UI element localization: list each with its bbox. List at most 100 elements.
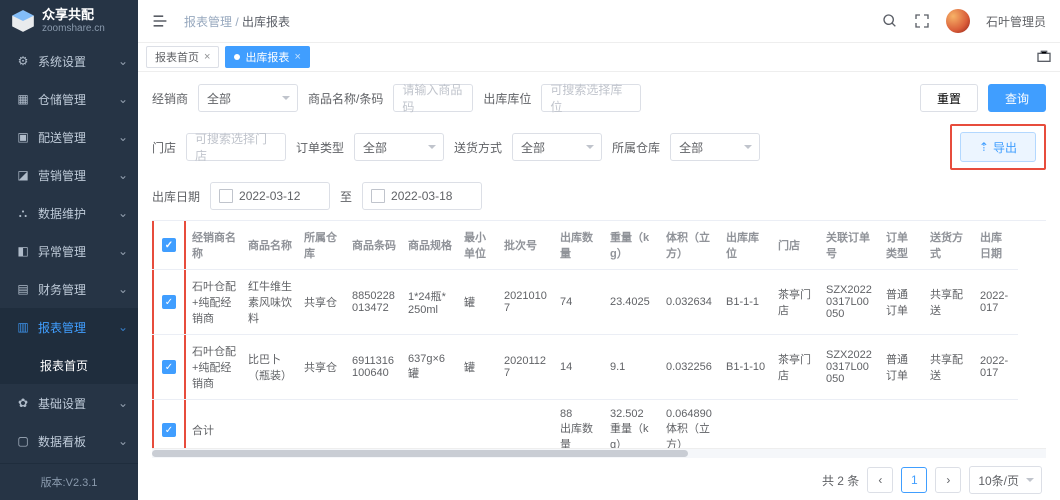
pagination: 共 2 条 ‹ 1 › 10条/页 (152, 458, 1046, 496)
th-spec: 商品规格 (402, 221, 458, 270)
tab-report-home[interactable]: 报表首页× (146, 46, 219, 68)
chevron-down-icon: ⌄ (118, 434, 128, 448)
reset-button[interactable]: 重置 (920, 84, 978, 112)
th-loc: 出库库位 (720, 221, 772, 270)
dealer-label: 经销商 (152, 90, 188, 107)
horizontal-scrollbar[interactable] (152, 448, 1046, 458)
nav-report[interactable]: ▥报表管理⌄ (0, 308, 138, 346)
date-to-input[interactable]: 2022-03-18 (362, 182, 482, 210)
nav-data[interactable]: ⛬数据维护⌄ (0, 194, 138, 232)
chevron-down-icon: ⌄ (118, 282, 128, 296)
nav-system[interactable]: ⚙系统设置⌄ (0, 42, 138, 80)
product-label: 商品名称/条码 (308, 90, 383, 107)
th-product: 商品名称 (242, 221, 298, 270)
date-label: 出库日期 (152, 188, 200, 205)
chevron-down-icon: ⌄ (118, 130, 128, 144)
breadcrumb-current: 出库报表 (242, 15, 290, 29)
store-label: 门店 (152, 139, 176, 156)
brand-sub: zoomshare.cn (42, 23, 105, 34)
toolbox-icon[interactable] (1036, 48, 1052, 64)
export-annotation: 导出 (950, 124, 1046, 170)
tabs: 报表首页× 出库报表× (138, 42, 1060, 72)
table-row: 石叶仓配+纯配经销商比巴卜（瓶装）共享仓6911316100640637g×6罐… (152, 335, 1018, 400)
bars-icon: ▢ (16, 434, 30, 448)
nav-dashboard[interactable]: ▢数据看板⌄ (0, 422, 138, 460)
topbar: 报表管理 / 出库报表 石叶管理员 (138, 0, 1060, 42)
gear-icon: ⚙ (16, 54, 30, 68)
date-from-input[interactable]: 2022-03-12 (210, 182, 330, 210)
grid-icon: ▦ (16, 92, 30, 106)
ordertype-select[interactable]: 全部 (354, 133, 444, 161)
alert-icon: ◧ (16, 244, 30, 258)
nav-basic[interactable]: ✿基础设置⌄ (0, 384, 138, 422)
truck-icon: ▣ (16, 130, 30, 144)
table-header-row: 经销商名称 商品名称 所属仓库 商品条码 商品规格 最小单位 批次号 出库数量 … (152, 221, 1018, 270)
row-checkbox[interactable] (162, 360, 176, 374)
row-checkbox[interactable] (162, 295, 176, 309)
close-icon[interactable]: × (294, 51, 300, 63)
th-order: 关联订单号 (820, 221, 880, 270)
chevron-down-icon: ⌄ (118, 206, 128, 220)
th-barcode: 商品条码 (346, 221, 402, 270)
breadcrumb-parent[interactable]: 报表管理 (184, 15, 232, 29)
loc-label: 出库库位 (483, 90, 531, 107)
warehouse-label: 所属仓库 (612, 139, 660, 156)
close-icon[interactable]: × (204, 51, 210, 63)
tab-outbound-report[interactable]: 出库报表× (225, 46, 309, 68)
sidebar: 众享共配 zoomshare.cn ⚙系统设置⌄ ▦仓储管理⌄ ▣配送管理⌄ ◪… (0, 0, 138, 500)
logo: 众享共配 zoomshare.cn (0, 0, 138, 42)
chart-icon: ▥ (16, 320, 30, 334)
pager-page-1[interactable]: 1 (901, 467, 927, 493)
th-batch: 批次号 (498, 221, 554, 270)
select-all-checkbox[interactable] (162, 238, 176, 252)
nav-warehouse[interactable]: ▦仓储管理⌄ (0, 80, 138, 118)
chevron-down-icon: ⌄ (118, 168, 128, 182)
date-sep: 至 (340, 188, 352, 205)
delivery-label: 送货方式 (454, 139, 502, 156)
avatar[interactable] (946, 9, 970, 33)
pager-prev[interactable]: ‹ (867, 467, 893, 493)
ordertype-label: 订单类型 (296, 139, 344, 156)
table-wrap[interactable]: 经销商名称 商品名称 所属仓库 商品条码 商品规格 最小单位 批次号 出库数量 … (152, 220, 1046, 448)
th-warehouse: 所属仓库 (298, 221, 346, 270)
warehouse-select[interactable]: 全部 (670, 133, 760, 161)
user-name[interactable]: 石叶管理员 (986, 13, 1046, 30)
outbound-table: 经销商名称 商品名称 所属仓库 商品条码 商品规格 最小单位 批次号 出库数量 … (152, 221, 1018, 448)
delivery-select[interactable]: 全部 (512, 133, 602, 161)
total-label: 合计 (186, 400, 242, 449)
export-button[interactable]: 导出 (960, 132, 1036, 162)
table-total-row: 合计 88出库数量 32.502重量（kg） 0.064890体积（立方） (152, 400, 1018, 449)
chevron-down-icon: ⌄ (118, 244, 128, 258)
hamburger-icon[interactable] (152, 13, 168, 29)
th-unit: 最小单位 (458, 221, 498, 270)
nav-finance[interactable]: ▤财务管理⌄ (0, 270, 138, 308)
breadcrumb: 报表管理 / 出库报表 (184, 13, 882, 30)
store-input[interactable]: 可搜索选择门店 (186, 133, 286, 161)
nav-report-home[interactable]: 报表首页 (0, 346, 138, 384)
main: 报表管理 / 出库报表 石叶管理员 报表首页× 出库报表× 经销商 全部 商品 (138, 0, 1060, 500)
tag-icon: ◪ (16, 168, 30, 182)
th-dealer: 经销商名称 (186, 221, 242, 270)
th-volume: 体积（立方） (660, 221, 720, 270)
product-input[interactable]: 请输入商品码 (393, 84, 473, 112)
nav-exception[interactable]: ◧异常管理⌄ (0, 232, 138, 270)
search-icon[interactable] (882, 13, 898, 29)
chevron-down-icon: ⌄ (118, 92, 128, 106)
pager-next[interactable]: › (935, 467, 961, 493)
pager-size-select[interactable]: 10条/页 (969, 466, 1042, 494)
th-weight: 重量（kg） (604, 221, 660, 270)
nav: ⚙系统设置⌄ ▦仓储管理⌄ ▣配送管理⌄ ◪营销管理⌄ ⛬数据维护⌄ ◧异常管理… (0, 42, 138, 463)
query-button[interactable]: 查询 (988, 84, 1046, 112)
nav-marketing[interactable]: ◪营销管理⌄ (0, 156, 138, 194)
loc-input[interactable]: 可搜索选择库位 (541, 84, 641, 112)
th-store: 门店 (772, 221, 820, 270)
brand-name: 众享共配 (42, 8, 105, 22)
table-row: 石叶仓配+纯配经销商红牛维生素风味饮料共享仓88502280134721*24瓶… (152, 270, 1018, 335)
chevron-down-icon: ⌄ (118, 54, 128, 68)
version-label: 版本:V2.3.1 (0, 463, 138, 500)
th-ordertype: 订单类型 (880, 221, 924, 270)
row-checkbox[interactable] (162, 423, 176, 437)
dealer-select[interactable]: 全部 (198, 84, 298, 112)
nav-delivery[interactable]: ▣配送管理⌄ (0, 118, 138, 156)
fullscreen-icon[interactable] (914, 13, 930, 29)
